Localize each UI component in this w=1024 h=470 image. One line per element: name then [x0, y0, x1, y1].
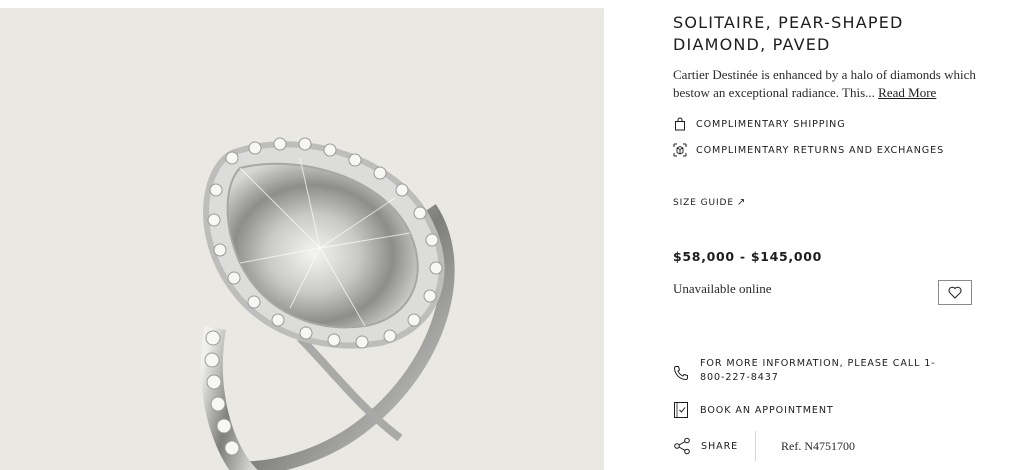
divider: [755, 431, 756, 461]
share-label: SHARE: [701, 440, 739, 452]
contact-label: FOR MORE INFORMATION, PLEASE CALL 1-800-…: [700, 358, 936, 383]
calendar-check-icon: [674, 402, 688, 418]
share-icon: [674, 437, 690, 455]
price-range: $58,000 - $145,000: [673, 249, 823, 264]
size-guide-label: SIZE GUIDE: [673, 197, 734, 208]
perk-complimentary-shipping: COMPLIMENTARY SHIPPING: [673, 117, 846, 131]
external-arrow-icon: ↗: [736, 197, 746, 208]
availability-status: Unavailable online: [673, 281, 772, 296]
contact-phone[interactable]: FOR MORE INFORMATION, PLEASE CALL 1-800-…: [673, 357, 960, 385]
perk-complimentary-returns: COMPLIMENTARY RETURNS AND EXCHANGES: [673, 143, 944, 157]
size-guide-link[interactable]: SIZE GUIDE ↗: [673, 197, 745, 208]
appointment-label: BOOK AN APPOINTMENT: [700, 404, 834, 416]
ring-illustration: [200, 137, 455, 470]
product-description: Cartier Destinée is enhanced by a halo o…: [673, 66, 983, 102]
share-button[interactable]: SHARE: [673, 437, 738, 455]
phone-icon: [673, 366, 688, 381]
read-more-link[interactable]: Read More: [878, 85, 936, 100]
return-box-icon: [673, 143, 687, 157]
heart-icon: [948, 286, 962, 299]
shopping-bag-icon: [675, 117, 685, 131]
perk-label: COMPLIMENTARY RETURNS AND EXCHANGES: [696, 144, 945, 156]
book-appointment-button[interactable]: BOOK AN APPOINTMENT: [673, 401, 834, 419]
product-title: SOLITAIRE, PEAR-SHAPED DIAMOND, PAVED: [673, 13, 904, 54]
product-image[interactable]: [0, 8, 604, 470]
add-to-wishlist-button[interactable]: [938, 280, 972, 305]
perk-label: COMPLIMENTARY SHIPPING: [696, 118, 846, 130]
product-reference: Ref. N4751700: [781, 439, 855, 453]
